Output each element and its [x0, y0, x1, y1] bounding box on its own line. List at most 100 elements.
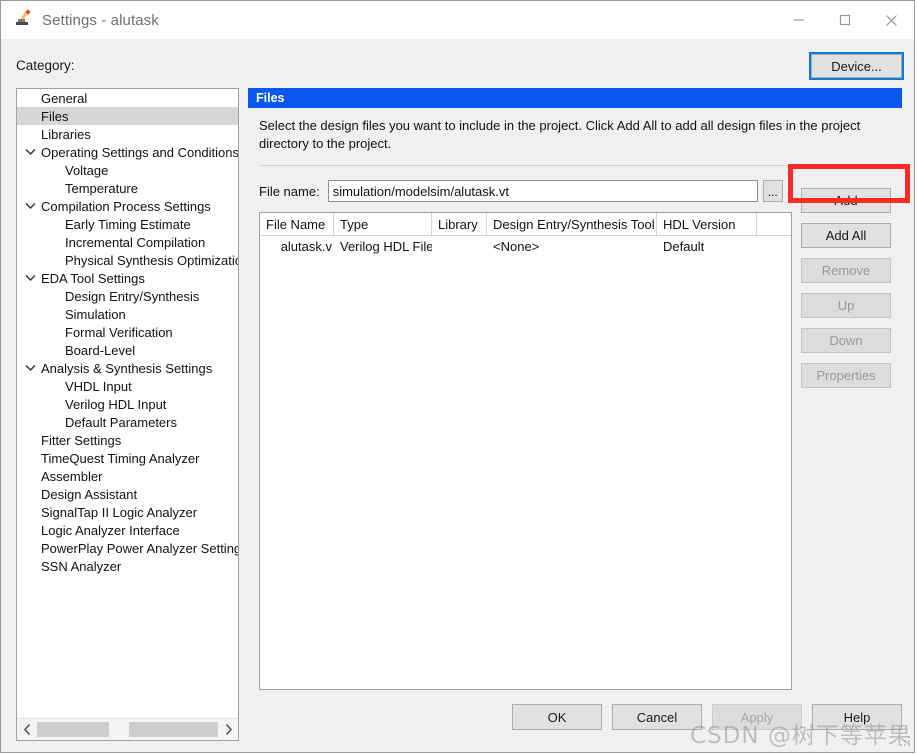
- category-item-label: Verilog HDL Input: [65, 396, 167, 412]
- category-item-label: Early Timing Estimate: [65, 216, 191, 232]
- category-item-label: Analysis & Synthesis Settings: [41, 360, 213, 376]
- category-item-design-entry-synthesis[interactable]: Design Entry/Synthesis: [17, 287, 238, 305]
- category-item-label: Operating Settings and Conditions: [41, 144, 238, 160]
- category-item-label: Voltage: [65, 162, 109, 178]
- resize-grip-icon[interactable]: [900, 736, 912, 748]
- category-item-label: Board-Level: [65, 342, 136, 358]
- category-item-label: SSN Analyzer: [41, 558, 122, 574]
- title-bar: Settings - alutask: [1, 1, 914, 39]
- category-item-label: Fitter Settings: [41, 432, 122, 448]
- category-item-logic-analyzer-interface[interactable]: Logic Analyzer Interface: [17, 521, 238, 539]
- file-action-buttons: Add Add All Remove Up Down Properties: [801, 188, 891, 398]
- close-icon[interactable]: [868, 1, 914, 39]
- category-item-label: General: [41, 90, 88, 106]
- category-item-physical-synthesis-optimization[interactable]: Physical Synthesis Optimization: [17, 251, 238, 269]
- category-item-board-level[interactable]: Board-Level: [17, 341, 238, 359]
- add-button[interactable]: Add: [801, 188, 891, 213]
- table-column-header[interactable]: File Name: [260, 213, 334, 235]
- table-cell-library: [432, 236, 487, 256]
- cancel-button[interactable]: Cancel: [612, 704, 702, 730]
- file-name-label: File name:: [259, 183, 320, 199]
- category-item-label: EDA Tool Settings: [41, 270, 145, 286]
- category-item-label: Assembler: [41, 468, 103, 484]
- category-item-label: VHDL Input: [65, 378, 132, 394]
- category-item-compilation-process-settings[interactable]: Compilation Process Settings: [17, 197, 238, 215]
- category-item-vhdl-input[interactable]: VHDL Input: [17, 377, 238, 395]
- design-files-table[interactable]: File Name Type Library Design Entry/Synthes…: [259, 212, 792, 690]
- category-item-fitter-settings[interactable]: Fitter Settings: [17, 431, 238, 449]
- chevron-down-icon[interactable]: [21, 148, 39, 156]
- chevron-down-icon[interactable]: [21, 202, 39, 210]
- category-item-simulation[interactable]: Simulation: [17, 305, 238, 323]
- table-row[interactable]: alutask.v Verilog HDL File <None> Default: [260, 236, 791, 256]
- down-button: Down: [801, 328, 891, 353]
- category-item-early-timing-estimate[interactable]: Early Timing Estimate: [17, 215, 238, 233]
- category-item-default-parameters[interactable]: Default Parameters: [17, 413, 238, 431]
- category-item-label: Design Entry/Synthesis: [65, 288, 200, 304]
- category-item-analysis-synthesis-settings[interactable]: Analysis & Synthesis Settings: [17, 359, 238, 377]
- table-cell-type: Verilog HDL File: [340, 238, 432, 254]
- files-panel-body: Select the design files you want to incl…: [248, 108, 902, 698]
- window-controls: [776, 1, 914, 39]
- table-cell-file-name: alutask.v: [280, 238, 332, 254]
- table-column-header[interactable]: Type: [334, 213, 432, 235]
- category-item-eda-tool-settings[interactable]: EDA Tool Settings: [17, 269, 238, 287]
- category-item-incremental-compilation[interactable]: Incremental Compilation: [17, 233, 238, 251]
- table-body[interactable]: alutask.v Verilog HDL File <None> Default: [260, 236, 791, 256]
- category-item-ssn-analyzer[interactable]: SSN Analyzer: [17, 557, 238, 575]
- category-item-label: Compilation Process Settings: [41, 198, 211, 214]
- add-all-button[interactable]: Add All: [801, 223, 891, 248]
- category-item-libraries[interactable]: Libraries: [17, 125, 238, 143]
- category-item-verilog-hdl-input[interactable]: Verilog HDL Input: [17, 395, 238, 413]
- dialog-footer: OK Cancel Apply Help: [1, 696, 916, 752]
- table-column-header[interactable]: HDL Version: [657, 213, 757, 235]
- category-item-label: TimeQuest Timing Analyzer: [41, 450, 200, 466]
- maximize-icon[interactable]: [822, 1, 868, 39]
- category-item-voltage[interactable]: Voltage: [17, 161, 238, 179]
- category-item-powerplay-power-analyzer-settings[interactable]: PowerPlay Power Analyzer Settings: [17, 539, 238, 557]
- table-column-header[interactable]: Library: [432, 213, 487, 235]
- category-item-label: Files: [41, 108, 69, 124]
- table-cell-hdl-version: Default: [663, 238, 705, 254]
- category-item-label: Formal Verification: [65, 324, 173, 340]
- remove-button: Remove: [801, 258, 891, 283]
- category-item-label: Incremental Compilation: [65, 234, 206, 250]
- category-item-label: Libraries: [41, 126, 91, 142]
- category-item-signaltap-ii-logic-analyzer[interactable]: SignalTap II Logic Analyzer: [17, 503, 238, 521]
- files-panel-title: Files: [248, 88, 902, 108]
- category-tree-list[interactable]: General Files Libraries Operating Settings …: [17, 89, 238, 719]
- category-item-label: Temperature: [65, 180, 138, 196]
- device-button[interactable]: Device...: [809, 52, 904, 80]
- files-description: Select the design files you want to incl…: [259, 118, 861, 151]
- chevron-down-icon[interactable]: [21, 274, 39, 282]
- category-item-label: Simulation: [65, 306, 126, 322]
- table-cell-tool: <None>: [493, 238, 540, 254]
- category-item-files[interactable]: Files: [17, 107, 238, 125]
- category-item-general[interactable]: General: [17, 89, 238, 107]
- category-item-label: PowerPlay Power Analyzer Settings: [41, 540, 238, 556]
- category-item-operating-settings-and-conditions[interactable]: Operating Settings and Conditions: [17, 143, 238, 161]
- category-item-label: SignalTap II Logic Analyzer: [41, 504, 198, 520]
- minimize-icon[interactable]: [776, 1, 822, 39]
- apply-button: Apply: [712, 704, 802, 730]
- category-item-temperature[interactable]: Temperature: [17, 179, 238, 197]
- up-button: Up: [801, 293, 891, 318]
- category-item-label: Physical Synthesis Optimization: [65, 252, 238, 268]
- category-item-label: Logic Analyzer Interface: [41, 522, 180, 538]
- chevron-down-icon[interactable]: [21, 364, 39, 372]
- table-column-header[interactable]: Design Entry/Synthesis Tool: [487, 213, 657, 235]
- file-name-input[interactable]: [327, 180, 758, 202]
- file-name-row: File name: ...: [259, 180, 889, 202]
- category-item-formal-verification[interactable]: Formal Verification: [17, 323, 238, 341]
- ok-button[interactable]: OK: [512, 704, 602, 730]
- category-item-assembler[interactable]: Assembler: [17, 467, 238, 485]
- help-button[interactable]: Help: [812, 704, 902, 730]
- category-item-timequest-timing-analyzer[interactable]: TimeQuest Timing Analyzer: [17, 449, 238, 467]
- divider: [259, 165, 889, 166]
- category-item-design-assistant[interactable]: Design Assistant: [17, 485, 238, 503]
- category-item-label: Design Assistant: [41, 486, 138, 502]
- browse-button[interactable]: ...: [762, 180, 783, 202]
- properties-button: Properties: [801, 363, 891, 388]
- category-label: Category:: [16, 58, 75, 73]
- table-column-header[interactable]: [757, 213, 791, 235]
